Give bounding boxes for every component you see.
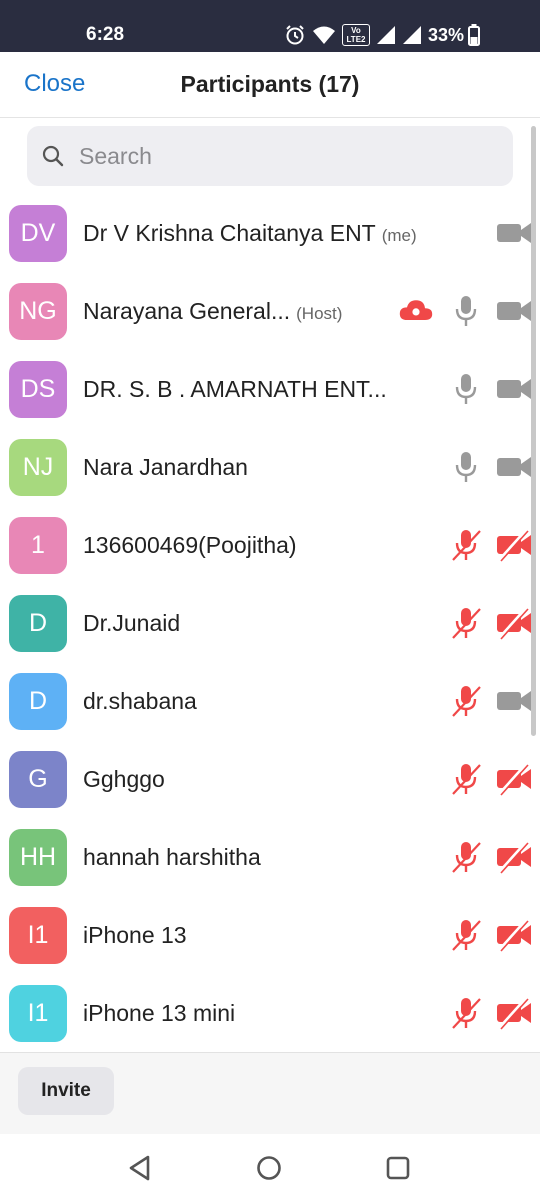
video-camera-muted-icon [497,763,531,796]
participant-name: Nara Janardhan [83,454,248,481]
participant-name: 136600469(Poojitha) [83,532,297,559]
scrollbar[interactable] [531,126,536,736]
participant-name: DR. S. B . AMARNATH ENT... [83,376,387,403]
avatar: NJ [9,439,67,496]
participant-name-text: Narayana General... [83,298,291,324]
participant-name-text: 136600469(Poojitha) [83,532,297,558]
participant-name: iPhone 13 [83,922,187,949]
participant-row[interactable]: NG Narayana General... (Host) [0,272,540,350]
microphone-icon [455,296,477,326]
microphone-muted-icon [452,920,481,951]
participant-name: Gghggo [83,766,165,793]
participant-name-text: dr.shabana [83,688,197,714]
microphone-muted-icon [452,608,481,639]
footer-bar: Invite [0,1052,540,1134]
participant-name-text: Dr V Krishna Chaitanya ENT [83,220,376,246]
recents-icon[interactable] [384,1154,412,1182]
participant-row[interactable]: D Dr.Junaid [0,584,540,662]
participant-row[interactable]: I1 iPhone 13 [0,896,540,974]
avatar: DS [9,361,67,418]
participant-list: DV Dr V Krishna Chaitanya ENT (me) NG Naraya… [0,194,540,1052]
avatar: D [9,673,67,730]
participant-role-tag: (me) [381,226,417,245]
participant-row[interactable]: G Gghggo [0,740,540,818]
participant-row[interactable]: 1 136600469(Poojitha) [0,506,540,584]
video-camera-icon [497,691,531,711]
microphone-muted-icon [452,764,481,795]
participant-name: Narayana General... (Host) [83,298,342,325]
avatar: G [9,751,67,808]
video-camera-icon [497,457,531,477]
video-camera-icon [497,223,531,243]
video-camera-muted-icon [497,607,531,640]
participant-row[interactable]: Ddr.shabana [0,662,540,740]
participant-name: dr.shabana [83,688,197,715]
status-time: 6:28 [86,24,125,45]
avatar: I1 [9,907,67,964]
wifi-icon [313,26,335,44]
participant-name-text: hannah harshitha [83,844,261,870]
participant-row[interactable]: NJ Nara Janardhan [0,428,540,506]
participant-name: hannah harshitha [83,844,261,871]
video-camera-icon [497,301,531,321]
battery-icon [468,24,481,46]
invite-button[interactable]: Invite [18,1067,114,1115]
video-camera-icon [497,379,531,399]
status-bar: 6:28 Vo LTE2 33% [0,0,540,52]
video-camera-muted-icon [497,529,531,562]
participant-name: Dr V Krishna Chaitanya ENT (me) [83,220,417,247]
alarm-icon [286,25,304,45]
video-camera-muted-icon [497,841,531,874]
participant-row[interactable]: I1 iPhone 13 mini [0,974,540,1052]
page-title: Participants (17) [180,71,360,97]
participant-name-text: iPhone 13 [83,922,187,948]
microphone-muted-icon [452,998,481,1029]
microphone-muted-icon [452,842,481,873]
signal-icon [403,26,421,44]
avatar: D [9,595,67,652]
battery-percent: 33% [428,24,465,45]
participant-row[interactable]: DS DR. S. B . AMARNATH ENT... [0,350,540,428]
participant-name-text: iPhone 13 mini [83,1000,236,1026]
avatar: 1 [9,517,67,574]
system-navigation-bar [0,1134,540,1200]
microphone-muted-icon [452,686,481,717]
participant-row[interactable]: HH hannah harshitha [0,818,540,896]
participant-role-tag: (Host) [296,304,343,323]
participant-row[interactable]: DV Dr V Krishna Chaitanya ENT (me) [0,194,540,272]
participant-name-text: Nara Janardhan [83,454,248,480]
video-camera-muted-icon [497,919,531,952]
avatar: DV [9,205,67,262]
signal-icon [377,26,395,44]
search-input[interactable] [79,126,499,186]
search-icon [42,145,64,167]
back-icon[interactable] [126,1154,154,1182]
participant-name: iPhone 13 mini [83,1000,235,1027]
status-icons: Vo LTE2 33% [284,22,486,48]
avatar: HH [9,829,67,886]
participant-name-text: DR. S. B . AMARNATH ENT... [83,376,387,402]
cloud-recording-icon [399,300,433,320]
participants-header: Close Participants (17) [0,52,540,118]
participant-name-text: Gghggo [83,766,165,792]
participant-name-text: Dr.Junaid [83,610,181,636]
microphone-icon [455,374,477,404]
lte-icon: Vo LTE2 [342,24,370,46]
participant-name: Dr.Junaid [83,610,180,637]
video-camera-muted-icon [497,997,531,1030]
avatar: I1 [9,985,67,1042]
microphone-icon [455,452,477,482]
search-box[interactable] [27,126,513,186]
microphone-muted-icon [452,530,481,561]
home-icon[interactable] [255,1154,283,1182]
avatar: NG [9,283,67,340]
